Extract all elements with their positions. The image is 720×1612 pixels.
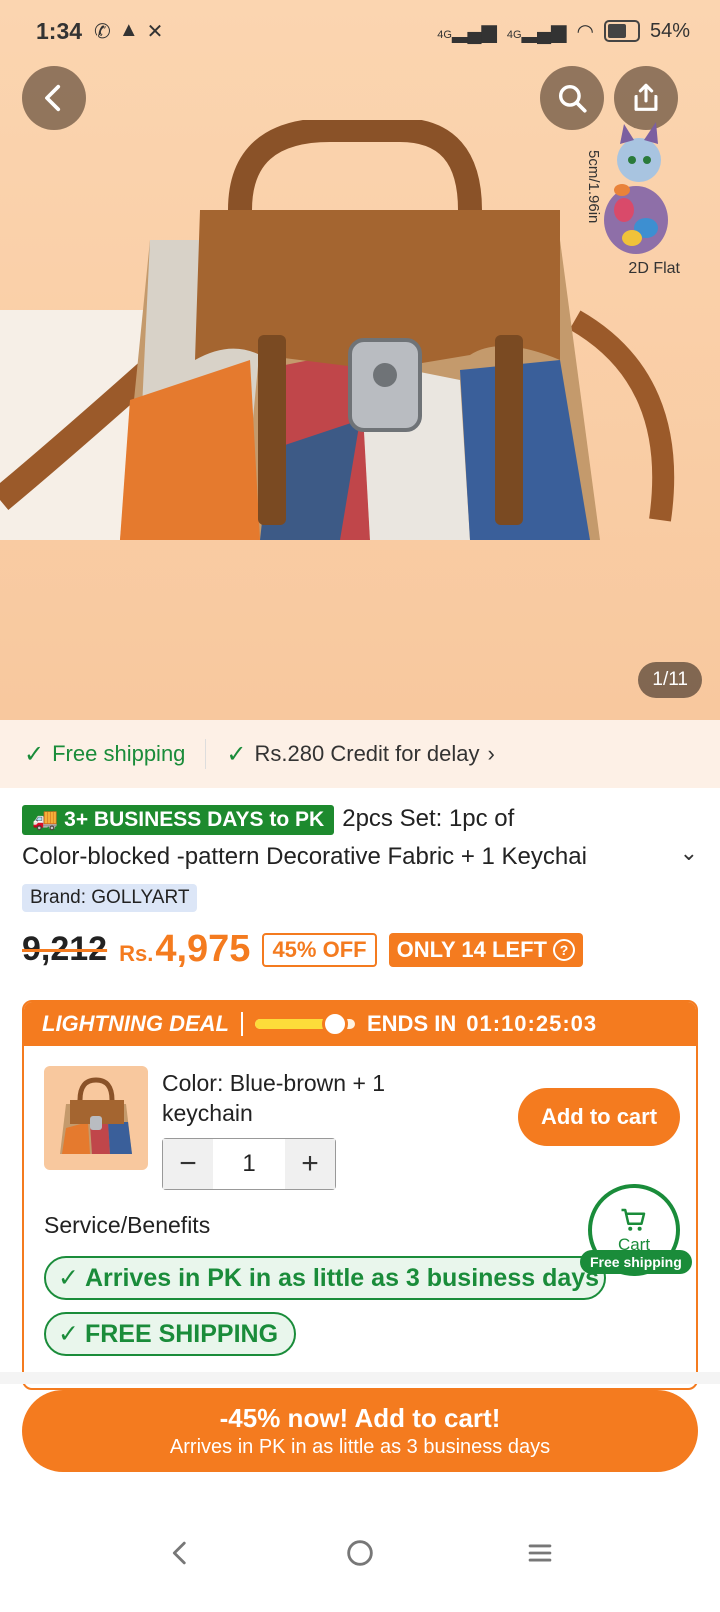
deal-label: LIGHTNING DEAL [42, 1011, 229, 1036]
nav-back-icon [172, 1541, 186, 1565]
product-image-carousel[interactable]: 1:34 ✆ ▲ ✕ 4G▂▄▆ 4G▂▄▆ ◠ 54% 5cm/1.96in … [0, 0, 720, 720]
product-title-line-2: Color-blocked -pattern Decorative Fabric… [22, 843, 587, 870]
discount-badge: 45% OFF [262, 932, 377, 967]
ends-in-label: ENDS IN [367, 1011, 457, 1036]
product-title-area: 🚚 3+ BUSINESS DAYS to PK 2pcs Set: 1pc o… [22, 800, 698, 912]
shipping-strip[interactable]: ✓ Free shipping ✓ Rs.280 Credit for dela… [0, 720, 720, 788]
add-to-cart-button[interactable]: Add to cart [518, 1088, 680, 1146]
benefit-arrival-pill: ✓ Arrives in PK in as little as 3 busine… [44, 1256, 606, 1300]
cart-free-shipping-tag: Free shipping [580, 1250, 692, 1274]
truck-icon: 🚚 [32, 807, 59, 831]
stock-badge[interactable]: ONLY 14 LEFT ? [388, 932, 583, 967]
help-icon: ? [552, 938, 575, 961]
handbag-thumbnail-image [60, 1077, 132, 1154]
check-icon: ✓ [24, 740, 45, 768]
section-divider [0, 1372, 720, 1384]
deal-progress-bar [255, 1011, 355, 1037]
delivery-badge: 🚚 3+ BUSINESS DAYS to PK [22, 804, 335, 835]
lightning-deal-card: LIGHTNING DEAL ENDS IN 01:10:25:03 Color… [22, 1000, 698, 1390]
status-time: 1:34 [36, 17, 83, 44]
cta-subline: Arrives in PK in as little as 3 business… [169, 1436, 551, 1458]
benefit-free-shipping-pill: ✓ FREE SHIPPING [44, 1312, 297, 1356]
quantity-value[interactable]: 1 [213, 1150, 285, 1178]
quantity-stepper: − 1 + [162, 1138, 336, 1190]
image-counter: 1/11 [638, 662, 702, 698]
variant-label[interactable]: Color: Blue-brown + 1 keychain [162, 1068, 442, 1128]
check-icon: ✓ [226, 740, 247, 768]
price-row: 9,212 Rs.4,975 45% OFF ONLY 14 LEFT ? [22, 928, 583, 971]
tools-icon: ✕ [146, 20, 164, 43]
status-right: 4G▂▄▆ 4G▂▄▆ ◠ 54% [437, 19, 690, 44]
wifi-icon: ◠ [576, 20, 594, 43]
expand-title-button[interactable]: ⌄ [680, 840, 698, 866]
deal-header: LIGHTNING DEAL ENDS IN 01:10:25:03 [24, 1002, 696, 1046]
chevron-right-icon: › [487, 741, 495, 766]
delay-credit-link[interactable]: ✓ Rs.280 Credit for delay › [226, 740, 494, 769]
variant-row: Color: Blue-brown + 1 keychain − 1 + Add… [44, 1066, 680, 1196]
handbag-image [0, 120, 675, 540]
nav-menu-button[interactable] [510, 1523, 570, 1583]
check-icon: ✓ [58, 1320, 79, 1348]
warning-icon: ▲ [118, 18, 139, 41]
divider [241, 1012, 243, 1036]
current-price: Rs.4,975 [119, 928, 251, 970]
service-benefits-title: Service/Benefits [44, 1212, 211, 1238]
battery-icon [603, 20, 640, 42]
brand-tag[interactable]: Brand: GOLLYART [22, 884, 198, 912]
nav-back-button[interactable] [150, 1523, 210, 1583]
notification-icons: ✆ ▲ ✕ [94, 19, 163, 44]
status-bar: 1:34 ✆ ▲ ✕ 4G▂▄▆ 4G▂▄▆ ◠ 54% [36, 14, 690, 48]
signal-icon-2: 4G▂▄▆ [506, 20, 567, 43]
product-page: 1:34 ✆ ▲ ✕ 4G▂▄▆ 4G▂▄▆ ◠ 54% 5cm/1.96in … [0, 0, 720, 1612]
cta-headline: -45% now! Add to cart! [219, 1403, 501, 1433]
check-icon: ✓ [58, 1264, 79, 1292]
nav-menu-icon [528, 1544, 552, 1562]
cart-icon [621, 1208, 646, 1231]
decrement-button[interactable]: − [163, 1139, 213, 1189]
battery-percent: 54% [649, 19, 690, 42]
increment-button[interactable]: + [285, 1139, 335, 1189]
nav-home-button[interactable] [330, 1523, 390, 1583]
divider [205, 739, 207, 769]
free-shipping-info: ✓ Free shipping [24, 740, 186, 768]
bottom-add-to-cart-button[interactable]: -45% now! Add to cart! Arrives in PK in … [22, 1390, 698, 1472]
chevron-left-icon [45, 84, 61, 112]
variant-thumbnail[interactable] [44, 1066, 148, 1170]
system-navigation-bar [0, 1494, 720, 1612]
nav-home-icon [347, 1540, 373, 1566]
original-price: 9,212 [22, 930, 108, 968]
clock-icon [322, 1011, 348, 1037]
whatsapp-icon: ✆ [94, 20, 111, 43]
product-title-line-1: 🚚 3+ BUSINESS DAYS to PK 2pcs Set: 1pc o… [22, 800, 698, 838]
signal-icon: 4G▂▄▆ [437, 20, 497, 43]
deal-timer: 01:10:25:03 [466, 1011, 598, 1036]
